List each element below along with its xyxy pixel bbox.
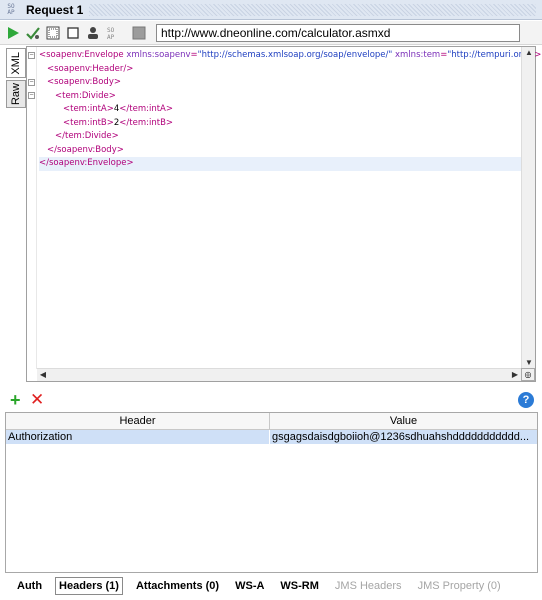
xml-line[interactable]: <tem:Divide>	[39, 90, 521, 104]
validate-icon[interactable]	[24, 24, 42, 42]
xml-token: >	[534, 50, 542, 60]
xml-token: =	[190, 50, 198, 60]
title-bar-grip[interactable]	[89, 3, 536, 16]
request-title-bar: SO AP Request 1	[0, 0, 542, 20]
editor-horizontal-scrollbar[interactable]: ◀ ▶	[37, 368, 521, 381]
scroll-left-icon[interactable]: ◀	[37, 369, 49, 381]
fold-toggle-icon[interactable]: −	[28, 92, 35, 99]
tab-xml[interactable]: XML	[6, 48, 26, 78]
tab-raw[interactable]: Raw	[6, 80, 26, 108]
column-header-value[interactable]: Value	[270, 413, 537, 429]
xml-line[interactable]: </soapenv:Envelope>	[39, 157, 521, 171]
xml-token: <tem:Divide>	[55, 90, 116, 101]
headers-toolbar: + ✕ ?	[0, 390, 542, 410]
xml-request-editor[interactable]: − − − <soapenv:Envelope xmlns:soapenv="h…	[26, 46, 541, 382]
format-icon[interactable]	[44, 24, 62, 42]
tab-raw-label: Raw	[10, 82, 22, 105]
xml-line[interactable]: <soapenv:Body>	[39, 76, 521, 90]
fold-toggle-icon[interactable]: −	[28, 79, 35, 86]
request-title: Request 1	[26, 2, 84, 17]
xml-token: </soapenv:Envelope>	[39, 158, 134, 168]
xml-token: xmlns:soapenv	[126, 50, 191, 60]
xml-token: "http://schemas.xmlsoap.org/soap/envelop…	[197, 50, 393, 60]
soap-icon[interactable]: SO AP	[104, 24, 122, 42]
remove-header-button[interactable]: ✕	[30, 391, 44, 409]
run-icon[interactable]	[4, 24, 22, 42]
xml-token: <tem:intA>	[63, 104, 114, 114]
xml-line[interactable]: <tem:intA>4</tem:intA>	[39, 103, 521, 117]
soap-logo-icon: SO AP	[0, 0, 22, 20]
request-bottom-tabs: Auth Headers (1) Attachments (0) WS-A WS-RM J…	[0, 574, 542, 598]
headers-table: Header Value Authorization gsgagsdaisdgb…	[5, 412, 538, 573]
editor-corner-icon[interactable]: ◎	[521, 368, 535, 381]
cancel-square-icon[interactable]	[130, 24, 148, 42]
xml-line[interactable]: </soapenv:Body>	[39, 144, 521, 158]
stop-icon[interactable]	[64, 24, 82, 42]
logo-text-bottom: AP	[7, 8, 15, 16]
tab-xml-label: XML	[10, 51, 22, 75]
help-icon[interactable]: ?	[518, 392, 534, 408]
xml-token: </soapenv:Body>	[47, 144, 124, 155]
xml-line[interactable]: <soapenv:Header/>	[39, 63, 521, 77]
tab-attachments-0[interactable]: Attachments (0)	[133, 578, 222, 594]
tab-ws-rm[interactable]: WS-RM	[277, 578, 322, 594]
tab-jms-headers[interactable]: JMS Headers	[332, 578, 405, 594]
xml-token: </tem:intA>	[119, 104, 173, 114]
fold-toggle-icon[interactable]: −	[28, 52, 35, 59]
scroll-right-icon[interactable]: ▶	[509, 369, 521, 381]
xml-token: <tem:intB>	[63, 117, 114, 128]
endpoint-url-field[interactable]: http://www.dneonline.com/calculator.asmx…	[156, 23, 520, 42]
xml-line[interactable]: <soapenv:Envelope xmlns:soapenv="http://…	[39, 49, 541, 63]
table-row[interactable]: Authorization gsgagsdaisdgboiioh@1236sdh…	[6, 430, 537, 444]
xml-token: <soapenv:Header/>	[47, 63, 134, 74]
svg-text:SO: SO	[107, 27, 115, 34]
request-toolbar: SO AP http://www.dneonline.com/calculator…	[0, 21, 542, 45]
tab-headers-1[interactable]: Headers (1)	[55, 577, 123, 595]
xml-token: </tem:Divide>	[55, 131, 119, 141]
user-icon[interactable]	[84, 24, 102, 42]
add-header-button[interactable]: +	[10, 391, 21, 409]
svg-text:AP: AP	[107, 34, 115, 40]
editor-view-tabs: XML Raw	[6, 48, 26, 110]
xml-line[interactable]: <tem:intB>2</tem:intB>	[39, 117, 521, 131]
xml-code[interactable]: <soapenv:Envelope xmlns:soapenv="http://…	[39, 49, 541, 171]
xml-token: xmlns:tem	[392, 50, 441, 60]
tab-ws-a[interactable]: WS-A	[232, 578, 267, 594]
header-name-cell[interactable]: Authorization	[6, 430, 270, 444]
tab-jms-property-0[interactable]: JMS Property (0)	[415, 578, 504, 594]
table-header-row: Header Value	[6, 413, 537, 430]
xml-token: <soapenv:Body>	[47, 77, 121, 87]
column-header-header[interactable]: Header	[6, 413, 270, 429]
xml-token: </tem:intB>	[119, 117, 174, 128]
fold-gutter: − − −	[27, 47, 37, 369]
tab-auth[interactable]: Auth	[14, 578, 45, 594]
scroll-up-icon[interactable]: ▲	[523, 47, 535, 59]
xml-token: <soapenv:Envelope	[39, 50, 127, 60]
xml-line[interactable]: </tem:Divide>	[39, 130, 521, 144]
editor-vertical-scrollbar[interactable]: ▲ ▼	[521, 47, 535, 369]
header-value-cell[interactable]: gsgagsdaisdgboiioh@1236sdhuahshddddddddd…	[270, 430, 537, 444]
